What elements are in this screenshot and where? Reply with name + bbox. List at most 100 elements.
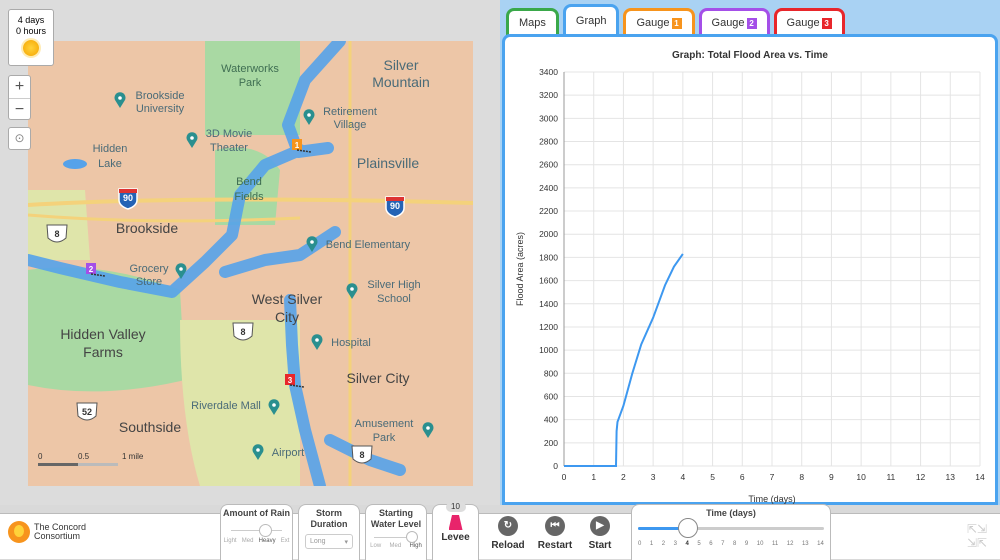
lightbulb-icon <box>8 521 30 543</box>
map-pin-icon[interactable] <box>311 334 323 350</box>
highway-shield-icon: 8 <box>46 224 68 243</box>
play-icon: ▶ <box>590 516 610 536</box>
map-canvas[interactable]: 90 90 8 8 8 52 Waterworks Park SilverMountain Bro… <box>28 41 473 486</box>
zoom-control: + − <box>8 75 31 120</box>
reload-button[interactable]: ↻ Reload <box>490 514 526 551</box>
map-pin-icon[interactable] <box>114 92 126 108</box>
map-pin-icon[interactable] <box>346 283 358 299</box>
map-label: Farms <box>83 344 123 360</box>
map-label: Silver High <box>367 279 420 291</box>
levee-count: 10 <box>445 502 466 512</box>
svg-text:1: 1 <box>295 141 300 150</box>
time-tick-label: 6 <box>709 541 713 547</box>
svg-text:2: 2 <box>89 265 94 274</box>
levee-button[interactable]: 10 Levee <box>432 502 479 560</box>
tab-gauge-1[interactable]: Gauge 1 <box>623 8 695 35</box>
recenter-icon[interactable]: ⊙ <box>8 127 31 150</box>
y-tick-label: 1400 <box>539 299 558 309</box>
elapsed-time-display: 4 days 0 hours <box>8 9 54 66</box>
x-tick-label: 13 <box>946 472 956 482</box>
map-label: 3D Movie <box>206 128 252 140</box>
restart-button[interactable]: ⏮ Restart <box>535 514 575 551</box>
map-label: Bend <box>236 176 262 188</box>
map-label: City <box>275 309 299 325</box>
shield-label: 8 <box>359 450 364 460</box>
time-tick-label: 1 <box>649 541 654 547</box>
shield-label: 90 <box>390 201 400 211</box>
time-days: 4 days <box>17 15 45 25</box>
tab-bar: Maps Graph Gauge 1 Gauge 2 Gauge 3 <box>506 4 845 35</box>
graph-panel: Graph: Total Flood Area vs. Time Flood A… <box>502 34 998 505</box>
chevron-down-icon: ▾ <box>344 539 348 546</box>
map-label: Airport <box>272 447 304 459</box>
tab-label: Maps <box>519 17 546 29</box>
map-label: University <box>136 103 185 115</box>
tab-graph[interactable]: Graph <box>562 4 620 34</box>
time-slider-thumb[interactable] <box>678 518 699 538</box>
zoom-in-button[interactable]: + <box>9 76 30 98</box>
map-label: Plainsville <box>357 155 419 171</box>
water-level-control: Starting Water Level Low Med High <box>365 504 427 560</box>
tab-label: Gauge <box>636 17 670 29</box>
svg-text:1 mile: 1 mile <box>122 452 144 461</box>
map-label: Grocery <box>129 263 169 275</box>
map-pin-icon[interactable] <box>422 422 434 438</box>
y-tick-label: 0 <box>553 461 558 471</box>
time-tick-label: 3 <box>673 541 677 547</box>
x-tick-label: 7 <box>770 472 775 482</box>
x-tick-label: 8 <box>799 472 804 482</box>
y-tick-label: 1800 <box>539 252 558 262</box>
time-tick-label: 8 <box>733 541 737 547</box>
time-tick-label: 7 <box>721 541 725 547</box>
start-button[interactable]: ▶ Start <box>583 514 617 551</box>
time-tick-label: 4 <box>685 541 689 547</box>
time-tick-label: 10 <box>756 541 764 547</box>
map-label: School <box>377 293 411 305</box>
map-label: Hidden Valley <box>60 326 145 342</box>
tab-gauge-2[interactable]: Gauge 2 <box>698 8 770 35</box>
time-tick-label: 11 <box>771 541 779 547</box>
fullscreen-icon[interactable]: ⇱⇲ ⇲⇱ <box>962 522 992 552</box>
zoom-out-button[interactable]: − <box>9 98 30 120</box>
time-slider[interactable] <box>638 518 824 538</box>
tab-label: Gauge <box>711 17 745 29</box>
map-label: Hospital <box>331 337 371 349</box>
map-label: West Silver <box>252 291 323 307</box>
x-tick-label: 1 <box>591 472 596 482</box>
map-pin-icon[interactable] <box>303 109 315 125</box>
shield-label: 90 <box>123 193 133 203</box>
map-scale-bar: 0 0.5 1 mile <box>38 452 144 466</box>
rain-slider[interactable] <box>231 524 282 538</box>
x-tick-label: 5 <box>710 472 715 482</box>
y-tick-label: 400 <box>544 415 558 425</box>
tab-label: Graph <box>575 14 607 27</box>
highway-shield-icon: 8 <box>351 445 373 464</box>
x-tick-label: 4 <box>680 472 685 482</box>
storm-duration-control: Storm Duration Long ▾ <box>298 504 360 560</box>
control-bar: The Concord Consortium Amount of Rain Li… <box>0 502 1000 560</box>
y-axis-label: Flood Area (acres) <box>515 232 525 306</box>
storm-duration-select[interactable]: Long ▾ <box>305 534 353 549</box>
interstate-shield-icon: 90 <box>385 196 405 218</box>
tab-maps[interactable]: Maps <box>506 8 559 35</box>
y-tick-label: 600 <box>544 391 558 401</box>
map-label: Park <box>239 77 262 89</box>
time-tick-label: 14 <box>817 541 824 547</box>
restart-icon: ⏮ <box>545 516 565 536</box>
gauge-badge: 3 <box>821 17 832 29</box>
map-label: Bend Elementary <box>326 239 411 251</box>
y-tick-label: 1600 <box>539 276 558 286</box>
map[interactable]: 90 90 8 8 8 52 Waterworks Park Silver Mountain Bro… <box>28 41 473 486</box>
y-tick-label: 3200 <box>539 90 558 100</box>
y-tick-label: 200 <box>544 438 558 448</box>
map-label: Theater <box>210 142 248 154</box>
y-tick-label: 2200 <box>539 206 558 216</box>
x-tick-label: 14 <box>975 472 985 482</box>
map-pin-icon[interactable] <box>186 132 198 148</box>
water-level-slider[interactable] <box>374 531 418 543</box>
y-tick-label: 1200 <box>539 322 558 332</box>
tab-gauge-3[interactable]: Gauge 3 <box>773 8 845 35</box>
map-pane: 90 90 8 8 8 52 Waterworks Park Silver Mountain Bro… <box>0 0 500 505</box>
map-label: Fields <box>234 191 264 203</box>
concord-logo: The Concord Consortium <box>8 521 104 543</box>
